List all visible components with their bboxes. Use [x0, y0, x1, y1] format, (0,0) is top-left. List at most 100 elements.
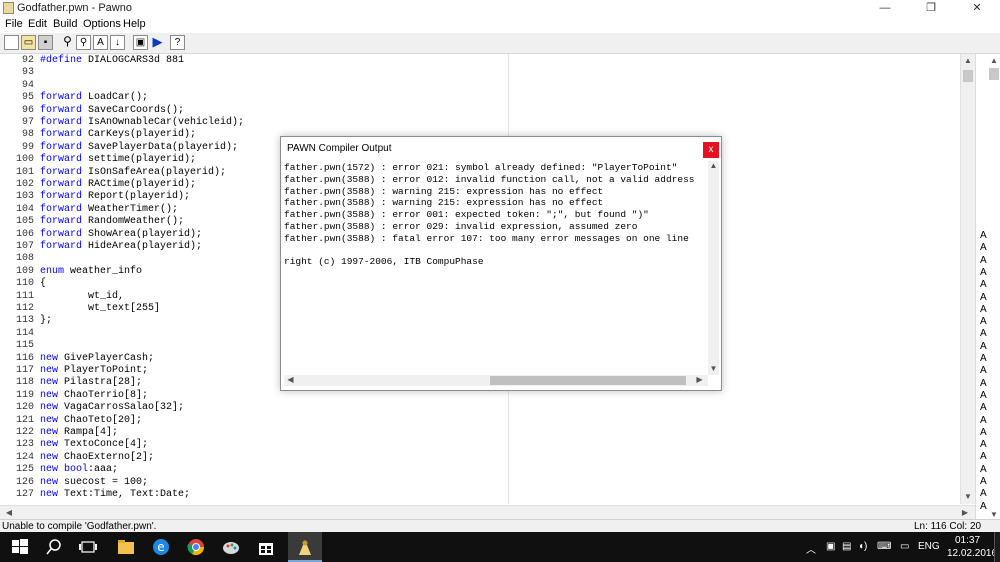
dialog-scroll-right-icon[interactable]: ▶	[694, 375, 705, 384]
line-number: 98	[21, 129, 34, 141]
new-file-icon[interactable]	[4, 35, 19, 50]
right-pane-scroll-down-icon[interactable]: ▼	[987, 510, 1000, 519]
line-text: new bool:aaa;	[40, 464, 119, 476]
cursor-position: Ln: 116 Col: 20	[914, 521, 982, 532]
line-text: forward RACtime(playerid);	[40, 179, 197, 190]
code-line: 95 forward LoadCar();	[0, 92, 960, 104]
line-number: 120	[15, 402, 34, 414]
line-text: forward HideArea(playerid);	[40, 241, 203, 252]
dialog-hscroll-thumb[interactable]	[490, 376, 686, 385]
find-next-icon[interactable]: ⚲	[76, 35, 91, 50]
clock-date[interactable]: 12.02.2016	[947, 548, 997, 559]
title-bar: Godfather.pwn - Pawno — ❐ ✕	[0, 0, 1000, 17]
find-icon[interactable]: ⚲	[60, 35, 75, 50]
line-number: 117	[15, 365, 34, 376]
tray-message-icon[interactable]: ▭	[900, 541, 909, 552]
dialog-title: PAWN Compiler Output	[287, 143, 392, 154]
line-number: 93	[21, 67, 34, 79]
line-number: 105	[15, 216, 34, 228]
compiler-output-text[interactable]: father.pwn(1572) : error 021: symbol alr…	[284, 161, 708, 375]
line-text: new TextoConce[4];	[40, 439, 149, 451]
menu-options[interactable]: Options	[83, 18, 121, 30]
tray-chevron-icon[interactable]: ︿	[806, 541, 816, 556]
line-number: 107	[15, 241, 34, 252]
code-line: 120 new VagaCarrosSalao[32];	[0, 402, 960, 414]
close-window-button[interactable]: ✕	[954, 0, 1000, 17]
output-line: father.pwn(3588) : warning 215: expressi…	[284, 197, 604, 209]
scroll-left-icon[interactable]: ◀	[2, 508, 16, 517]
line-number: 106	[15, 228, 34, 240]
taskbar: e ︿ ▣ ▤ ◖) ⌨ ▭ ENG 01:37 12.02.2016	[0, 532, 1000, 562]
compile-icon[interactable]: ▣	[133, 35, 148, 50]
line-number: 125	[15, 464, 34, 476]
code-line: 123 new TextoConce[4];	[0, 439, 960, 451]
line-text: new PlayerToPoint;	[40, 365, 149, 376]
search-icon[interactable]	[44, 537, 64, 557]
dialog-scroll-up-icon[interactable]: ▲	[708, 161, 719, 170]
dialog-scroll-left-icon[interactable]: ◀	[285, 375, 296, 384]
help-icon[interactable]: ?	[170, 35, 185, 50]
dialog-close-button[interactable]: x	[703, 142, 719, 158]
chrome-browser-icon[interactable]	[186, 537, 206, 557]
open-file-icon[interactable]: ▭	[21, 35, 36, 50]
scrollbar-thumb[interactable]	[963, 70, 973, 82]
taskbar-pawno-active[interactable]	[288, 532, 322, 562]
paint-app-icon[interactable]	[221, 537, 241, 557]
menu-bar: File Edit Build Options Help	[0, 17, 1000, 33]
line-number: 103	[15, 191, 34, 203]
line-text: new Pilastra[28];	[40, 377, 143, 389]
replace-icon[interactable]: A	[93, 35, 108, 50]
line-text: forward RandomWeather();	[40, 216, 185, 228]
menu-help[interactable]: Help	[123, 18, 146, 30]
menu-file[interactable]: File	[5, 18, 23, 30]
run-icon[interactable]: ▶	[150, 35, 165, 50]
line-number: 113	[15, 315, 34, 327]
line-number: 109	[15, 265, 34, 277]
line-number: 124	[15, 451, 34, 463]
line-number: 102	[15, 179, 34, 190]
go-to-icon[interactable]: ↓	[110, 35, 125, 50]
scroll-up-icon[interactable]: ▲	[961, 56, 975, 65]
line-text: new VagaCarrosSalao[32];	[40, 402, 185, 414]
window-title: Godfather.pwn - Pawno	[17, 2, 132, 14]
editor-vertical-scrollbar[interactable]: ▲ ▼	[960, 54, 975, 504]
line-text: wt_text[255]	[40, 303, 161, 314]
file-explorer-icon[interactable]	[116, 537, 136, 557]
clock-time[interactable]: 01:37	[955, 535, 980, 546]
right-pane-scroll-up-icon[interactable]: ▲	[987, 56, 1000, 65]
menu-build[interactable]: Build	[53, 18, 77, 30]
tray-app-icon[interactable]: ▣	[826, 541, 835, 552]
line-number: 99	[21, 141, 34, 153]
line-text: new ChaoTeto[20];	[40, 414, 143, 426]
menu-edit[interactable]: Edit	[28, 18, 47, 30]
right-pane-letter: A	[980, 377, 987, 389]
right-pane-letter: A	[980, 340, 987, 352]
right-pane-scrollbar-thumb[interactable]	[989, 68, 999, 80]
scroll-right-icon[interactable]: ▶	[958, 508, 972, 517]
code-line: 127 new Text:Time, Text:Date;	[0, 489, 960, 501]
tray-network-icon[interactable]: ▤	[842, 541, 851, 552]
show-desktop-button[interactable]	[994, 532, 1000, 562]
minimize-button[interactable]: —	[862, 0, 908, 17]
right-pane-letter: A	[980, 328, 987, 340]
dialog-vertical-scrollbar[interactable]: ▲ ▼	[708, 161, 719, 375]
save-file-icon[interactable]: ▪	[38, 35, 53, 50]
dialog-scroll-down-icon[interactable]: ▼	[708, 364, 719, 373]
code-line: 92 #define DIALOGCARS3d 881	[0, 55, 960, 67]
language-indicator[interactable]: ENG	[918, 541, 940, 552]
code-line: 124 new ChaoExterno[2];	[0, 452, 960, 464]
task-view-icon[interactable]	[78, 537, 98, 557]
line-text: };	[40, 315, 53, 327]
tray-keyboard-icon[interactable]: ⌨	[877, 541, 891, 552]
editor-horizontal-scrollbar[interactable]: ◀ ▶	[0, 505, 975, 520]
dialog-horizontal-scrollbar[interactable]: ◀ ▶	[284, 375, 708, 386]
line-text: enum weather_info	[40, 265, 143, 277]
windows-start-icon[interactable]	[10, 537, 30, 557]
store-icon[interactable]	[256, 537, 276, 557]
scroll-down-icon[interactable]: ▼	[961, 492, 975, 501]
edge-browser-icon[interactable]: e	[151, 537, 171, 557]
tray-volume-icon[interactable]: ◖)	[858, 541, 867, 552]
line-number: 119	[15, 389, 34, 401]
maximize-button[interactable]: ❐	[908, 0, 954, 17]
status-message: Unable to compile 'Godfather.pwn'.	[2, 521, 157, 532]
